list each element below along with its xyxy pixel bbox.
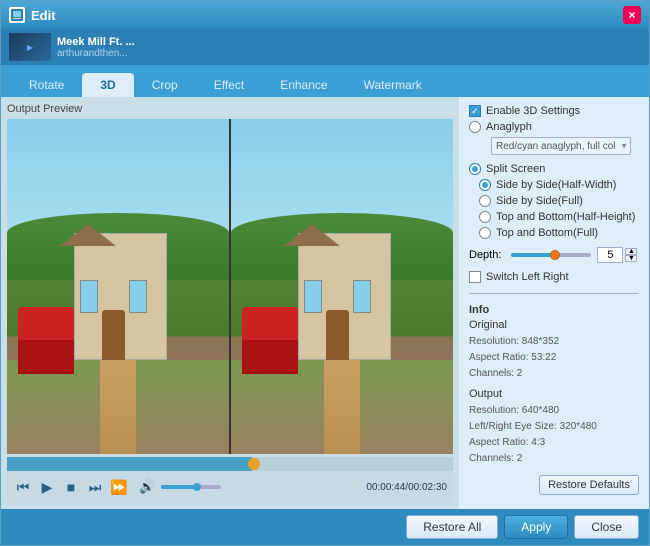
split-screen-row: Split Screen [469,163,639,175]
tab-3d[interactable]: 3D [82,73,133,97]
split-screen-label: Split Screen [486,163,545,175]
info-section: Info Original Resolution: 848*352 Aspect… [469,304,639,467]
side-by-side-full-radio[interactable] [479,195,491,207]
top-bottom-full-label: Top and Bottom(Full) [496,227,598,239]
side-by-side-half-label: Side by Side(Half-Width) [496,179,616,191]
restore-all-button[interactable]: Restore All [406,515,498,539]
video-container [7,119,453,454]
tab-effect[interactable]: Effect [196,73,262,97]
window-title: Edit [31,8,623,23]
depth-slider[interactable] [511,253,591,257]
depth-increase-button[interactable]: ▲ [625,248,637,255]
output-channels: Channels: 2 [469,451,639,467]
volume-slider[interactable] [161,485,221,489]
depth-thumb [550,250,560,260]
switch-lr-checkbox[interactable] [469,271,481,283]
switch-lr-row: Switch Left Right [469,271,639,283]
anaglyph-radio[interactable] [469,121,481,133]
original-resolution: Resolution: 848*352 [469,334,639,350]
tab-crop[interactable]: Crop [134,73,196,97]
top-bottom-half-radio[interactable] [479,211,491,223]
tabs-bar: Rotate 3D Crop Effect Enhance Watermark [1,65,649,97]
anaglyph-dropdown[interactable]: Red/cyan anaglyph, full color [491,137,631,155]
restore-defaults-row: Restore Defaults [469,475,639,495]
controls-bar: ⏮ ▶ ■ ⏭ ⏩ 🔊 00:00:44/00:02:30 [7,471,453,503]
skip-end-button[interactable]: ⏭ [85,477,105,497]
side-by-side-half-row: Side by Side(Half-Width) [479,179,639,191]
close-button[interactable]: Close [574,515,639,539]
depth-fill [511,253,551,257]
media-subtitle: arthurandthen... [57,48,135,59]
volume-thumb [193,483,201,491]
enable-3d-label: Enable 3D Settings [486,105,580,117]
split-screen-radio[interactable] [469,163,481,175]
enable-3d-row: Enable 3D Settings [469,105,639,117]
depth-value: ▲ ▼ [597,247,637,263]
original-channels: Channels: 2 [469,366,639,382]
restore-defaults-button[interactable]: Restore Defaults [539,475,639,495]
media-thumbnail: ▶ [9,33,51,61]
top-bottom-half-label: Top and Bottom(Half-Height) [496,211,635,223]
video-left [7,119,229,454]
title-bar: Edit × [1,1,649,29]
timeline-thumb[interactable] [248,458,260,470]
output-title: Output [469,388,639,400]
info-title: Info [469,304,639,316]
side-by-side-full-label: Side by Side(Full) [496,195,583,207]
next-frame-button[interactable]: ⏩ [109,477,129,497]
original-aspect: Aspect Ratio: 53:22 [469,350,639,366]
depth-spinners: ▲ ▼ [625,248,637,262]
side-by-side-full-row: Side by Side(Full) [479,195,639,207]
output-eye-size: Left/Right Eye Size: 320*480 [469,419,639,435]
time-display: 00:00:44/00:02:30 [366,482,447,493]
bottom-bar: Restore All Apply Close [1,509,649,545]
output-resolution: Resolution: 640*480 [469,403,639,419]
media-title: Meek Mill Ft. ... [57,36,135,48]
settings-panel: Enable 3D Settings Anaglyph Red/cyan ana… [459,97,649,509]
original-title: Original [469,319,639,331]
close-window-button[interactable]: × [623,6,641,24]
top-bottom-full-radio[interactable] [479,227,491,239]
skip-start-button[interactable]: ⏮ [13,477,33,497]
preview-panel: Output Preview [1,97,459,509]
top-bottom-full-row: Top and Bottom(Full) [479,227,639,239]
depth-row: Depth: ▲ ▼ [469,247,639,263]
depth-label: Depth: [469,249,501,261]
edit-window: Edit × ▶ Meek Mill Ft. ... arthurandthen… [0,0,650,546]
depth-decrease-button[interactable]: ▼ [625,255,637,262]
content-area: Output Preview [1,97,649,509]
output-aspect: Aspect Ratio: 4:3 [469,435,639,451]
video-frame [7,119,453,454]
stop-button[interactable]: ■ [61,477,81,497]
side-by-side-half-radio[interactable] [479,179,491,191]
volume-icon: 🔊 [139,479,155,495]
timeline-progress [7,457,252,471]
play-button[interactable]: ▶ [37,477,57,497]
video-right [231,119,453,454]
tab-enhance[interactable]: Enhance [262,73,345,97]
tab-rotate[interactable]: Rotate [11,73,82,97]
switch-lr-label: Switch Left Right [486,271,569,283]
media-info: Meek Mill Ft. ... arthurandthen... [57,36,135,59]
anaglyph-dropdown-row: Red/cyan anaglyph, full color ▼ [491,137,639,155]
timeline[interactable] [7,457,453,471]
media-header: ▶ Meek Mill Ft. ... arthurandthen... [1,29,649,65]
enable-3d-checkbox[interactable] [469,105,481,117]
anaglyph-dropdown-wrapper: Red/cyan anaglyph, full color ▼ [491,137,631,155]
divider-1 [469,293,639,294]
top-bottom-half-row: Top and Bottom(Half-Height) [479,211,639,223]
preview-label: Output Preview [7,103,453,115]
tab-watermark[interactable]: Watermark [346,73,440,97]
depth-input[interactable] [597,247,623,263]
title-icon [9,7,25,23]
anaglyph-row: Anaglyph [469,121,639,133]
apply-button[interactable]: Apply [504,515,568,539]
anaglyph-label: Anaglyph [486,121,532,133]
